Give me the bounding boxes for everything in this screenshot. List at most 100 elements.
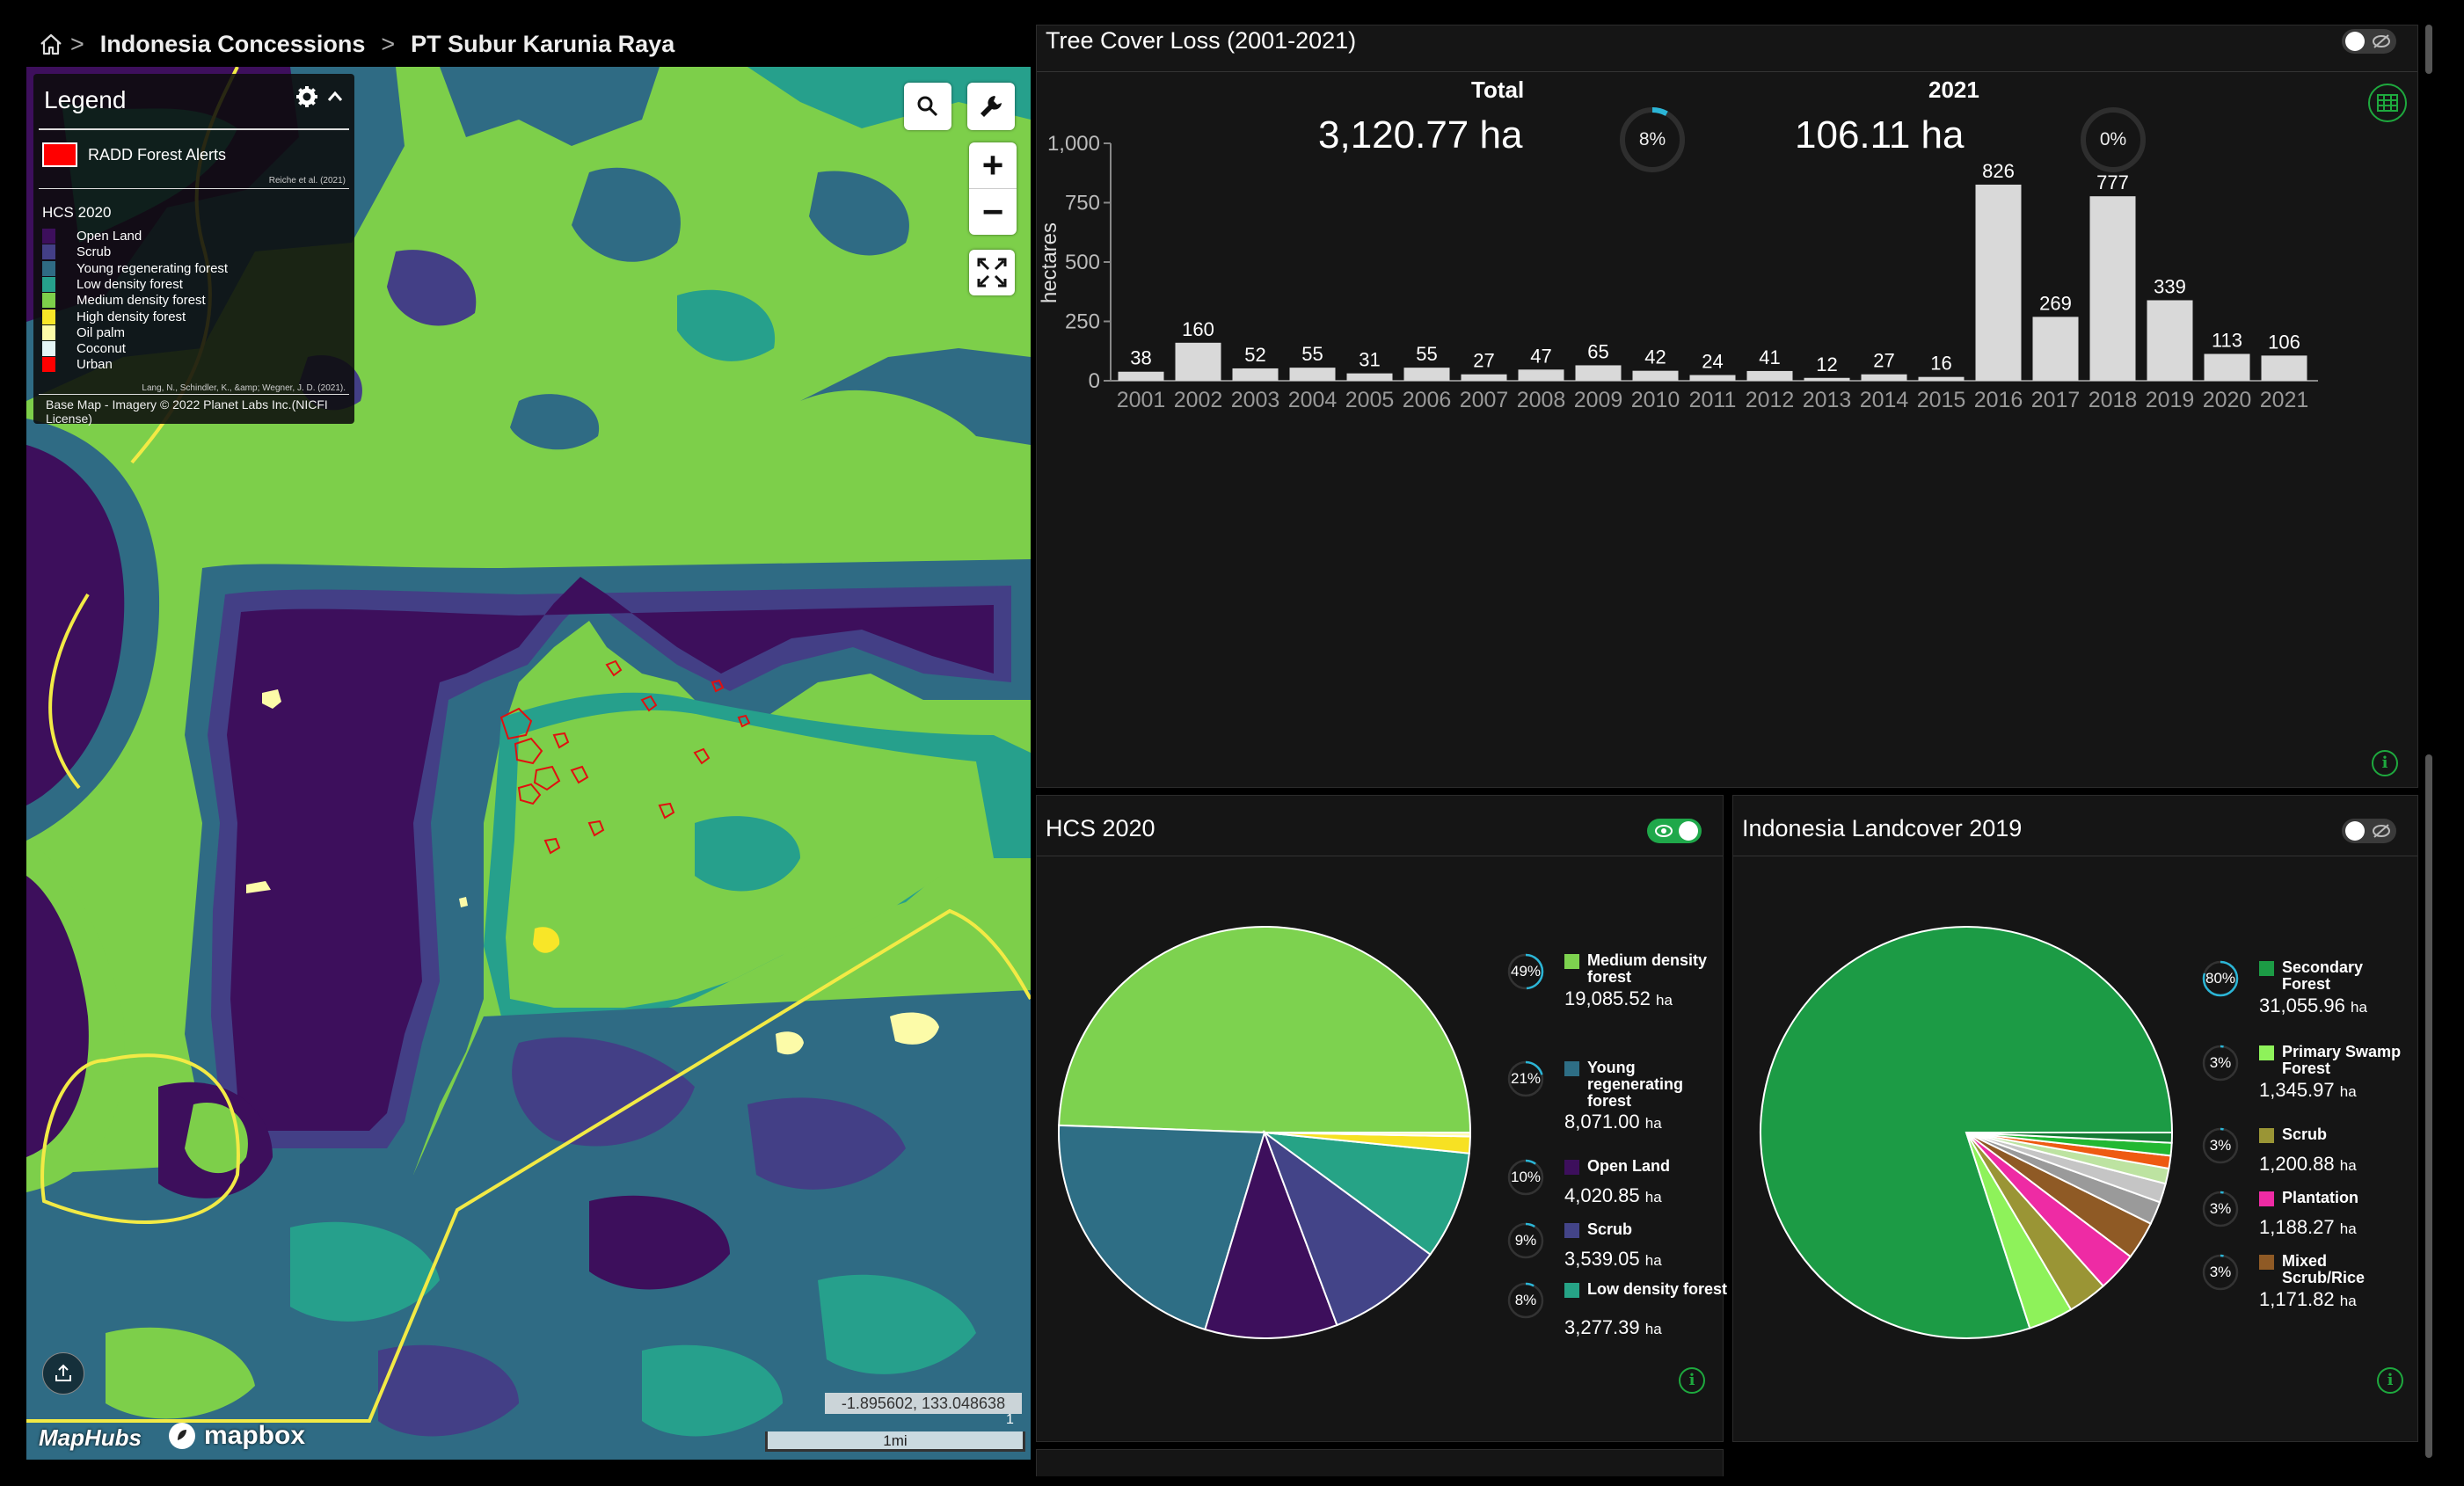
panel-title: HCS 2020 <box>1046 815 1155 841</box>
value-unit: ha <box>2339 1293 2357 1309</box>
bar-2018[interactable] <box>2089 196 2136 381</box>
share-button[interactable] <box>42 1352 84 1395</box>
legend-label: Urban <box>77 357 113 373</box>
info-icon[interactable]: i <box>1679 1367 1705 1394</box>
bar-2019[interactable] <box>2147 300 2193 381</box>
value-number: 3,277.39 <box>1564 1316 1640 1338</box>
legend-label: Medium density forest <box>77 293 206 309</box>
bar-2007[interactable] <box>1461 374 1507 381</box>
bar-value-label: 55 <box>1416 343 1437 365</box>
y-tick-label: 0 <box>1089 369 1100 393</box>
x-tick-label: 2002 <box>1174 388 1223 412</box>
breadcrumb: > Indonesia Concessions > PT Subur Karun… <box>39 25 674 63</box>
x-tick-label: 2001 <box>1117 388 1166 412</box>
x-tick-label: 2021 <box>2260 388 2309 412</box>
legend-item: Urban <box>42 357 113 373</box>
legend-item: Coconut <box>42 341 126 357</box>
wrench-icon <box>980 96 1002 117</box>
category-value: 1,188.27 ha <box>2259 1216 2357 1239</box>
bar-2016[interactable] <box>1975 184 2022 381</box>
legend-title: Legend <box>44 86 127 113</box>
value-unit: ha <box>1644 1115 1662 1132</box>
scrollbar[interactable] <box>2424 25 2434 1458</box>
fullscreen-button[interactable] <box>969 250 1015 295</box>
bar-2014[interactable] <box>1861 374 1907 381</box>
category-value: 31,055.96 ha <box>2259 994 2367 1017</box>
bar-value-label: 65 <box>1587 340 1608 362</box>
legend-item-radd: RADD Forest Alerts <box>42 142 226 167</box>
bar-value-label: 38 <box>1130 347 1151 369</box>
bar-2006[interactable] <box>1403 368 1450 381</box>
breadcrumb-item-concession[interactable]: PT Subur Karunia Raya <box>411 31 674 58</box>
y-axis-label: hectares <box>1038 222 1061 303</box>
bar-2020[interactable] <box>2204 353 2250 381</box>
value-number: 1,171.82 <box>2259 1288 2335 1310</box>
bar-2004[interactable] <box>1289 368 1336 381</box>
bar-2017[interactable] <box>2032 317 2079 381</box>
tree-cover-loss-panel: Tree Cover Loss (2001-2021) Total 3,120.… <box>1036 25 2418 788</box>
x-tick-label: 2020 <box>2203 388 2252 412</box>
info-icon[interactable]: i <box>2372 750 2398 776</box>
bar-2013[interactable] <box>1804 377 1850 381</box>
bar-value-label: 52 <box>1244 344 1265 366</box>
scale-label-right: 1 <box>1006 1412 1014 1427</box>
bar-2001[interactable] <box>1118 371 1164 381</box>
bar-2003[interactable] <box>1232 368 1279 381</box>
tools-button[interactable] <box>967 83 1015 130</box>
y-tick-label: 750 <box>1065 192 1100 215</box>
zoom-out-button[interactable]: − <box>969 188 1017 235</box>
legend-swatch <box>1564 1283 1579 1298</box>
legend-item: Young regenerating forest <box>42 260 229 276</box>
percent-label: 8% <box>1514 1292 1537 1308</box>
mapbox-logo[interactable]: mapbox <box>167 1421 305 1451</box>
bar-2005[interactable] <box>1346 373 1393 381</box>
category-value: 1,200.88 ha <box>2259 1153 2357 1176</box>
legend-swatch <box>42 229 55 244</box>
zoom-in-button[interactable]: + <box>969 142 1017 188</box>
map-canvas[interactable]: Legend RADD Forest Alerts Reiche et al. … <box>26 67 1031 1460</box>
bar-2021[interactable] <box>2261 355 2307 381</box>
legend-label: Young regenerating forest <box>77 260 229 276</box>
x-tick-label: 2009 <box>1574 388 1623 412</box>
percent-label: 49% <box>1510 963 1542 980</box>
legend-label: High density forest <box>77 309 186 324</box>
layer-visibility-toggle[interactable] <box>1647 819 1702 843</box>
home-icon[interactable] <box>39 32 63 56</box>
legend-swatch <box>1564 1160 1579 1175</box>
breadcrumb-item-indonesia-concessions[interactable]: Indonesia Concessions <box>100 31 366 58</box>
category-name: Mixed Scrub/Rice <box>2282 1252 2366 1286</box>
info-icon[interactable]: i <box>2377 1367 2403 1394</box>
chevron-up-icon[interactable] <box>324 86 346 112</box>
scrollbar-thumb[interactable] <box>2425 754 2432 1458</box>
bar-2011[interactable] <box>1689 375 1736 381</box>
scrollbar-thumb-top[interactable] <box>2425 25 2432 74</box>
bar-2002[interactable] <box>1175 342 1221 381</box>
value-unit: ha <box>2339 1157 2357 1174</box>
bar-2012[interactable] <box>1746 370 1793 381</box>
percent-label: 3% <box>2209 1200 2232 1217</box>
category-name: Scrub <box>2282 1125 2328 1143</box>
pie-slice[interactable] <box>1058 926 1472 1133</box>
bar-2010[interactable] <box>1632 370 1679 381</box>
x-tick-label: 2010 <box>1631 388 1680 412</box>
maphubs-logo[interactable]: MapHubs <box>39 1424 142 1452</box>
value-number: 1,200.88 <box>2259 1153 2335 1175</box>
category-value: 3,277.39 ha <box>1564 1316 1662 1339</box>
legend-label: Scrub <box>77 244 112 260</box>
x-tick-label: 2003 <box>1231 388 1280 412</box>
gear-icon[interactable] <box>295 84 319 113</box>
bar-2008[interactable] <box>1518 369 1564 381</box>
eye-icon <box>1655 825 1673 837</box>
legend-swatch <box>42 341 55 357</box>
zoom-control: + − <box>969 142 1017 235</box>
value-number: 3,539.05 <box>1564 1248 1640 1270</box>
legend-label: RADD Forest Alerts <box>88 145 227 164</box>
legend-swatch <box>1564 1061 1579 1076</box>
bar-2015[interactable] <box>1918 376 1965 381</box>
layer-visibility-toggle[interactable] <box>2342 819 2396 843</box>
bar-2009[interactable] <box>1575 365 1622 381</box>
share-icon <box>55 1364 71 1381</box>
value-unit: ha <box>1644 1321 1662 1337</box>
search-button[interactable] <box>904 83 951 130</box>
category-name: Open Land <box>1587 1157 1670 1175</box>
